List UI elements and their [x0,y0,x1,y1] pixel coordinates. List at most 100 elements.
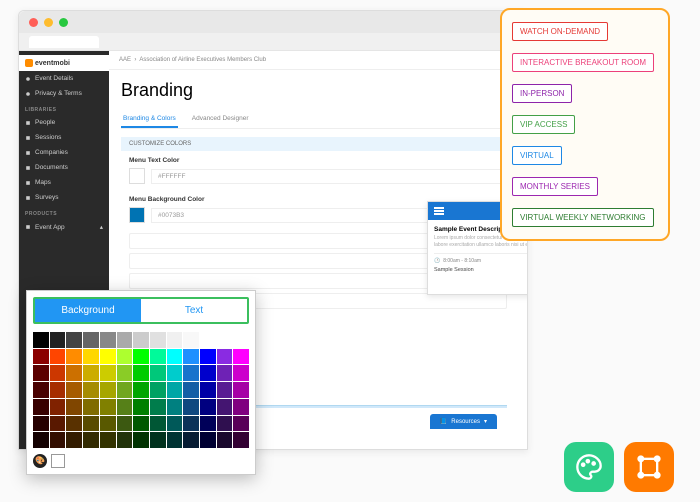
palette-cell[interactable] [183,432,199,448]
palette-cell[interactable] [66,432,82,448]
palette-cell[interactable] [50,432,66,448]
brand-logo[interactable]: eventmobi [19,55,109,71]
palette-cell[interactable] [66,332,82,348]
palette-cell[interactable] [50,332,66,348]
maximize-window-dot[interactable] [59,18,68,27]
palette-cell[interactable] [83,365,99,381]
palette-cell[interactable] [217,365,233,381]
palette-cell[interactable] [33,349,49,365]
palette-cell[interactable] [200,365,216,381]
palette-cell[interactable] [217,349,233,365]
hamburger-icon[interactable] [434,207,444,215]
palette-cell[interactable] [100,365,116,381]
palette-cell[interactable] [100,332,116,348]
palette-icon[interactable]: 🎨 [33,454,47,468]
palette-cell[interactable] [233,365,249,381]
palette-cell[interactable] [233,416,249,432]
sidebar-item-surveys[interactable]: Surveys [19,190,109,205]
palette-cell[interactable] [150,399,166,415]
palette-cell[interactable] [133,432,149,448]
minimize-window-dot[interactable] [44,18,53,27]
palette-cell[interactable] [66,416,82,432]
palette-cell[interactable] [200,432,216,448]
palette-cell[interactable] [200,382,216,398]
palette-cell[interactable] [233,349,249,365]
breadcrumb-event[interactable]: Association of Airline Executives Member… [139,57,266,63]
sidebar-item-maps[interactable]: Maps [19,175,109,190]
close-window-dot[interactable] [29,18,38,27]
picker-tab-text[interactable]: Text [141,299,247,322]
palette-cell[interactable] [50,365,66,381]
palette-cell[interactable] [133,332,149,348]
palette-cell[interactable] [83,332,99,348]
palette-cell[interactable] [117,416,133,432]
palette-cell[interactable] [133,365,149,381]
palette-cell[interactable] [217,382,233,398]
palette-cell[interactable] [117,332,133,348]
palette-cell[interactable] [33,365,49,381]
palette-cell[interactable] [150,349,166,365]
palette-cell[interactable] [217,332,233,348]
palette-cell[interactable] [117,382,133,398]
palette-cell[interactable] [167,332,183,348]
palette-cell[interactable] [183,349,199,365]
palette-cell[interactable] [33,332,49,348]
palette-cell[interactable] [150,332,166,348]
palette-cell[interactable] [183,399,199,415]
palette-cell[interactable] [150,365,166,381]
sidebar-item-companies[interactable]: Companies [19,145,109,160]
palette-cell[interactable] [217,432,233,448]
palette-cell[interactable] [167,349,183,365]
palette-cell[interactable] [33,416,49,432]
event-tag[interactable]: IN-PERSON [512,84,572,103]
palette-cell[interactable] [83,416,99,432]
palette-cell[interactable] [133,349,149,365]
tab-advanced-designer[interactable]: Advanced Designer [190,111,251,128]
palette-cell[interactable] [50,382,66,398]
palette-cell[interactable] [200,416,216,432]
palette-cell[interactable] [167,416,183,432]
palette-cell[interactable] [33,432,49,448]
breadcrumb-org[interactable]: AAE [119,57,131,63]
palette-cell[interactable] [83,432,99,448]
palette-cell[interactable] [233,432,249,448]
palette-cell[interactable] [150,432,166,448]
picker-tab-background[interactable]: Background [35,299,141,322]
crop-action-button[interactable] [624,442,674,492]
palette-cell[interactable] [100,349,116,365]
palette-cell[interactable] [117,432,133,448]
sidebar-item-event-details[interactable]: Event Details [19,71,109,86]
palette-cell[interactable] [167,365,183,381]
event-tag[interactable]: WATCH ON-DEMAND [512,22,608,41]
resources-button[interactable]: 📘 Resources ▾ [430,414,497,429]
palette-cell[interactable] [150,382,166,398]
palette-cell[interactable] [100,432,116,448]
palette-cell[interactable] [66,365,82,381]
palette-cell[interactable] [50,349,66,365]
palette-cell[interactable] [100,416,116,432]
event-tag[interactable]: MONTHLY SERIES [512,177,598,196]
palette-cell[interactable] [150,416,166,432]
palette-cell[interactable] [233,399,249,415]
tab-branding-colors[interactable]: Branding & Colors [121,111,178,128]
swatch-menu-text[interactable] [129,168,145,184]
palette-cell[interactable] [167,382,183,398]
palette-cell[interactable] [183,382,199,398]
palette-cell[interactable] [200,349,216,365]
palette-cell[interactable] [133,382,149,398]
palette-cell[interactable] [183,332,199,348]
sidebar-item-sessions[interactable]: Sessions [19,130,109,145]
palette-cell[interactable] [217,399,233,415]
event-tag[interactable]: VIP ACCESS [512,115,575,134]
palette-cell[interactable] [200,332,216,348]
palette-cell[interactable] [66,349,82,365]
selected-color-swatch[interactable] [51,454,65,468]
palette-cell[interactable] [167,399,183,415]
palette-cell[interactable] [133,399,149,415]
browser-tab[interactable] [29,36,99,48]
palette-cell[interactable] [83,349,99,365]
palette-cell[interactable] [217,416,233,432]
palette-cell[interactable] [83,399,99,415]
palette-cell[interactable] [83,382,99,398]
preview-more-icon[interactable]: ⋯ [434,276,527,288]
